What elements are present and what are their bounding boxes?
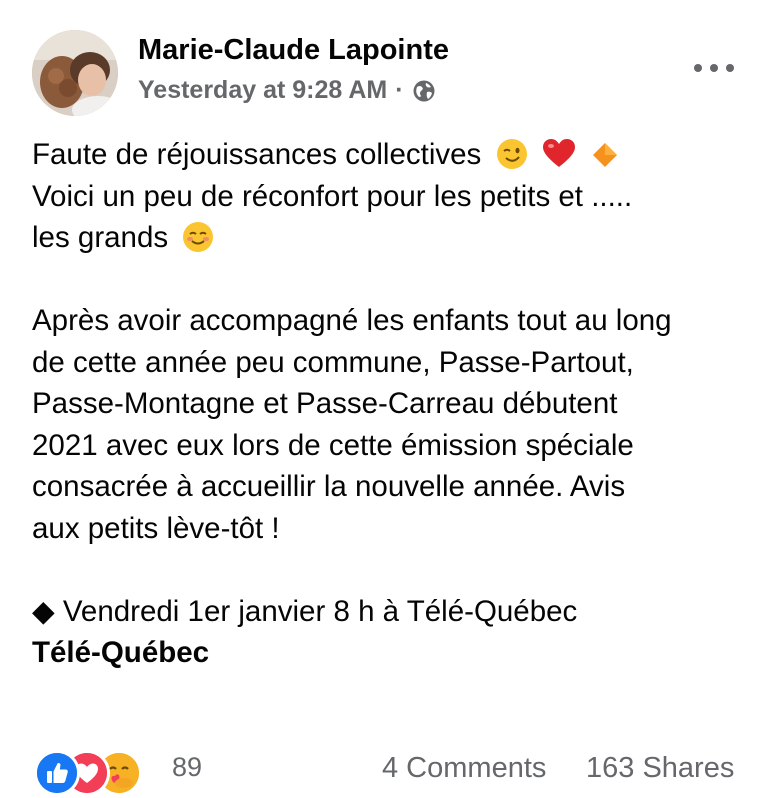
more-options-icon[interactable] xyxy=(694,54,734,82)
text-line: Voici un peu de réconfort pour les petit… xyxy=(32,179,633,213)
smiling-face-emoji xyxy=(182,221,214,265)
text-line: consacrée à accueillir la nouvelle année… xyxy=(32,470,626,503)
schedule-line: ◆ Vendredi 1er janvier 8 h à Télé-Québec xyxy=(32,594,578,628)
post-body: Faute de réjouissances collectives Voici… xyxy=(32,134,752,674)
post-timestamp[interactable]: Yesterday at 9:28 AM xyxy=(138,76,387,105)
page-mention-link[interactable]: Télé-Québec xyxy=(32,632,752,674)
text-line: Faute de réjouissances collectives xyxy=(32,134,752,176)
meta-separator: · xyxy=(395,76,404,104)
text-line: Après avoir accompagné les enfants tout … xyxy=(32,304,672,337)
red-heart-emoji xyxy=(542,138,576,182)
reaction-count[interactable]: 89 xyxy=(172,752,202,783)
post-header: Marie-Claude Lapointe Yesterday at 9:28 … xyxy=(0,0,774,130)
comments-count-link[interactable]: 4 Comments xyxy=(382,752,546,785)
post-meta: Yesterday at 9:28 AM · xyxy=(138,76,436,105)
text-line-3: les grands xyxy=(32,221,169,254)
reactions-summary[interactable] xyxy=(34,746,164,796)
text-line: les grands xyxy=(32,217,752,259)
text-line: aux petits lève-tôt ! xyxy=(32,511,280,545)
text-line: de cette année peu commune, Passe-Partou… xyxy=(32,345,634,379)
like-reaction-icon xyxy=(34,750,80,796)
winking-face-emoji xyxy=(496,138,528,182)
post-footer: 89 4 Comments 163 Shares xyxy=(0,740,774,798)
globe-icon[interactable] xyxy=(412,79,436,103)
text-line-1: Faute de réjouissances collectives xyxy=(32,138,482,171)
text-line: Passe-Montagne et Passe-Carreau débutent xyxy=(32,387,618,420)
author-name[interactable]: Marie-Claude Lapointe xyxy=(138,34,449,67)
avatar[interactable] xyxy=(32,30,118,116)
text-line: 2021 avec eux lors de cette émission spé… xyxy=(32,428,634,462)
shares-count-link[interactable]: 163 Shares xyxy=(586,752,734,785)
